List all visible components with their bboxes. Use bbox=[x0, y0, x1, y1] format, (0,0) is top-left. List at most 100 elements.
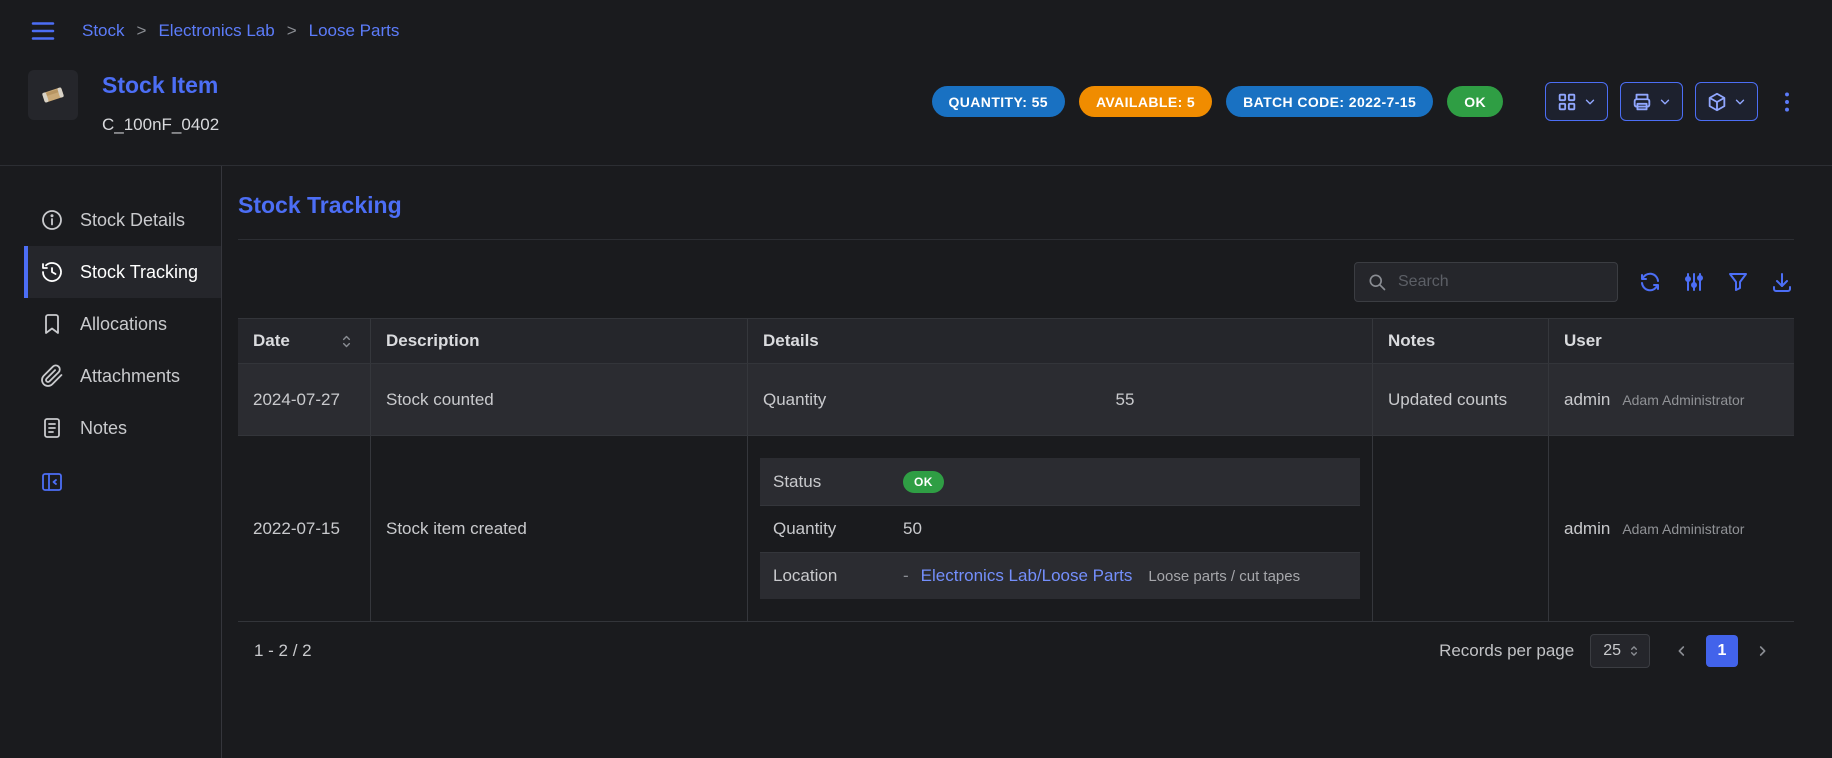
prev-page-button[interactable] bbox=[1666, 635, 1698, 667]
barcode-actions-button[interactable] bbox=[1545, 82, 1608, 121]
chevron-left-icon bbox=[1674, 643, 1690, 659]
sidebar-item-label: Notes bbox=[80, 418, 127, 439]
download-button[interactable] bbox=[1770, 270, 1794, 294]
pagination: 1 bbox=[1666, 635, 1778, 667]
bookmark-icon bbox=[40, 312, 64, 336]
status-ok-badge: OK bbox=[903, 471, 944, 493]
table-row[interactable]: 2022-07-15 Stock item created Status OK … bbox=[238, 436, 1794, 622]
adjustments-icon bbox=[1682, 270, 1706, 294]
refresh-button[interactable] bbox=[1638, 270, 1662, 294]
sidebar: Stock Details Stock Tracking Allocations… bbox=[0, 166, 222, 758]
column-header-description[interactable]: Description bbox=[371, 319, 748, 363]
sidebar-item-allocations[interactable]: Allocations bbox=[24, 298, 221, 350]
batch-code-badge: BATCH CODE: 2022-7-15 bbox=[1226, 86, 1433, 117]
breadcrumb-separator: > bbox=[287, 21, 297, 41]
page-title: Stock Item bbox=[102, 72, 219, 99]
dots-vertical-icon bbox=[1774, 89, 1800, 115]
cell-notes bbox=[1373, 436, 1549, 621]
cell-details: Quantity 55 bbox=[748, 364, 1373, 435]
package-icon bbox=[1706, 91, 1728, 113]
top-navigation-bar: Stock > Electronics Lab > Loose Parts bbox=[0, 0, 1832, 62]
breadcrumb-loose-parts[interactable]: Loose Parts bbox=[309, 21, 400, 41]
table-settings-button[interactable] bbox=[1682, 270, 1706, 294]
download-icon bbox=[1770, 270, 1794, 294]
sort-icon[interactable] bbox=[338, 333, 355, 350]
next-page-button[interactable] bbox=[1746, 635, 1778, 667]
detail-row-location: Location - Electronics Lab/Loose Parts L… bbox=[760, 552, 1360, 599]
detail-row-status: Status OK bbox=[760, 458, 1360, 505]
main-panel: Stock Tracking Date bbox=[222, 166, 1832, 758]
menu-burger-icon[interactable] bbox=[28, 16, 58, 46]
table-row[interactable]: 2024-07-27 Stock counted Quantity 55 Upd… bbox=[238, 364, 1794, 436]
header-actions bbox=[1545, 82, 1804, 121]
detail-label: Quantity bbox=[763, 390, 893, 410]
column-header-details[interactable]: Details bbox=[748, 319, 1373, 363]
cell-notes: Updated counts bbox=[1373, 364, 1549, 435]
detail-row-quantity: Quantity 50 bbox=[760, 505, 1360, 552]
sidebar-item-stock-tracking[interactable]: Stock Tracking bbox=[24, 246, 221, 298]
detail-label: Location bbox=[773, 566, 903, 586]
cell-description: Stock item created bbox=[371, 436, 748, 621]
history-icon bbox=[40, 260, 64, 284]
panel-heading: Stock Tracking bbox=[238, 192, 1794, 219]
filter-button[interactable] bbox=[1726, 270, 1750, 294]
sidebar-item-label: Stock Details bbox=[80, 210, 185, 231]
location-link[interactable]: Electronics Lab/Loose Parts bbox=[921, 566, 1133, 586]
filter-icon bbox=[1726, 270, 1750, 294]
table-header-row: Date Description Details Notes User bbox=[238, 318, 1794, 364]
sidebar-collapse-button[interactable] bbox=[40, 470, 64, 494]
heading-divider bbox=[238, 239, 1794, 240]
breadcrumb-stock[interactable]: Stock bbox=[82, 21, 125, 41]
breadcrumb-electronics-lab[interactable]: Electronics Lab bbox=[158, 21, 274, 41]
quantity-badge: QUANTITY: 55 bbox=[932, 86, 1065, 117]
column-header-date[interactable]: Date bbox=[238, 319, 371, 363]
detail-value: 50 bbox=[903, 519, 922, 539]
records-per-page-select[interactable]: 25 bbox=[1590, 634, 1650, 668]
barcode-icon bbox=[1556, 91, 1578, 113]
cell-user: admin Adam Administrator bbox=[1549, 436, 1794, 621]
username: admin bbox=[1564, 519, 1610, 539]
chevron-right-icon bbox=[1754, 643, 1770, 659]
capacitor-image bbox=[36, 78, 70, 112]
username: admin bbox=[1564, 390, 1610, 410]
chevron-down-icon bbox=[1583, 95, 1597, 109]
sidebar-collapse-icon bbox=[40, 470, 64, 494]
status-ok-badge: OK bbox=[1447, 86, 1503, 117]
cell-date: 2024-07-27 bbox=[238, 364, 371, 435]
detail-value: 55 bbox=[893, 390, 1357, 410]
cell-user: admin Adam Administrator bbox=[1549, 364, 1794, 435]
stock-item-thumbnail[interactable] bbox=[28, 70, 78, 120]
table-footer: 1 - 2 / 2 Records per page 25 1 bbox=[238, 622, 1794, 680]
table-toolbar bbox=[238, 262, 1794, 302]
detail-label: Quantity bbox=[773, 519, 903, 539]
stock-actions-button[interactable] bbox=[1695, 82, 1758, 121]
sidebar-item-attachments[interactable]: Attachments bbox=[24, 350, 221, 402]
records-per-page-label: Records per page bbox=[1439, 641, 1574, 661]
breadcrumb: Stock > Electronics Lab > Loose Parts bbox=[82, 21, 399, 41]
stock-item-name: C_100nF_0402 bbox=[102, 115, 219, 135]
select-chevrons-icon bbox=[1627, 644, 1641, 658]
user-fullname: Adam Administrator bbox=[1622, 392, 1744, 408]
location-description: Loose parts / cut tapes bbox=[1148, 568, 1300, 585]
notes-icon bbox=[40, 416, 64, 440]
records-per-page-value: 25 bbox=[1603, 642, 1621, 660]
refresh-icon bbox=[1638, 270, 1662, 294]
search-input[interactable] bbox=[1396, 272, 1605, 292]
sidebar-item-stock-details[interactable]: Stock Details bbox=[24, 194, 221, 246]
sidebar-item-label: Stock Tracking bbox=[80, 262, 198, 283]
search-icon bbox=[1367, 272, 1387, 292]
user-fullname: Adam Administrator bbox=[1622, 521, 1744, 537]
page-1-button[interactable]: 1 bbox=[1706, 635, 1738, 667]
more-options-button[interactable] bbox=[1770, 89, 1804, 115]
column-header-user[interactable]: User bbox=[1549, 319, 1794, 363]
printer-icon bbox=[1631, 91, 1653, 113]
chevron-down-icon bbox=[1733, 95, 1747, 109]
sidebar-item-notes[interactable]: Notes bbox=[24, 402, 221, 454]
paperclip-icon bbox=[40, 364, 64, 388]
column-header-notes[interactable]: Notes bbox=[1373, 319, 1549, 363]
record-range: 1 - 2 / 2 bbox=[254, 641, 312, 661]
sidebar-item-label: Allocations bbox=[80, 314, 167, 335]
search-box[interactable] bbox=[1354, 262, 1618, 302]
print-actions-button[interactable] bbox=[1620, 82, 1683, 121]
cell-details: Status OK Quantity 50 Location - Electro… bbox=[748, 436, 1373, 621]
